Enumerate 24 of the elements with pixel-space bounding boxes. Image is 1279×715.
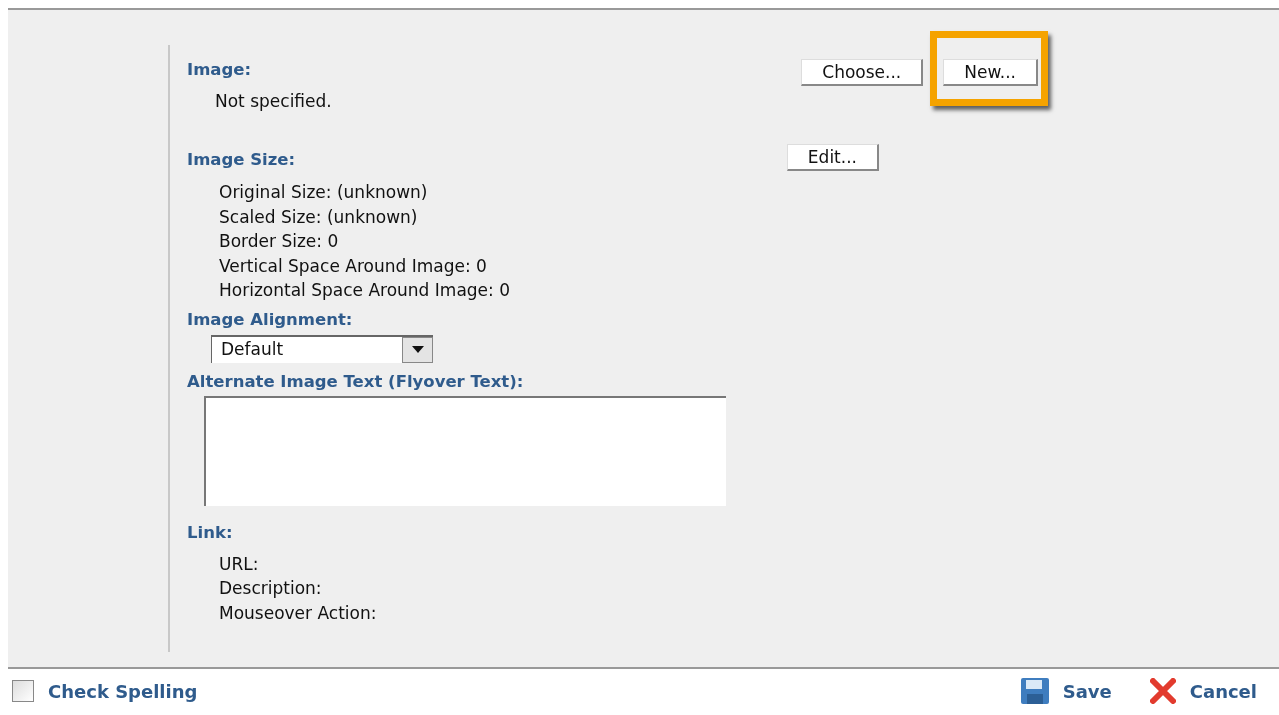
size-info: Border Size: 0 bbox=[219, 230, 340, 253]
dialog-button[interactable]: New... bbox=[943, 59, 1038, 86]
dialog-button[interactable]: Choose... bbox=[801, 59, 924, 86]
size-info: Horizontal Space Around Image: 0 bbox=[219, 279, 510, 302]
close-icon bbox=[1149, 678, 1176, 704]
image-value: Not specified. bbox=[215, 90, 332, 113]
alt-text-field[interactable] bbox=[204, 395, 726, 506]
check-spelling-checkbox[interactable] bbox=[12, 680, 34, 702]
size-info: Original Size: (unknown) bbox=[219, 181, 429, 204]
size-info: Vertical Space Around Image: 0 bbox=[219, 254, 488, 278]
link-info: Description: bbox=[219, 577, 323, 600]
section-heading: Link: bbox=[187, 521, 234, 544]
section-heading: Alternate Image Text (Flyover Text): bbox=[187, 370, 525, 393]
section-heading: Image Size: bbox=[187, 149, 297, 171]
save-button[interactable]: Save bbox=[1020, 677, 1112, 705]
link-info: Mouseover Action: bbox=[219, 601, 378, 625]
cancel-button[interactable]: Cancel bbox=[1149, 677, 1257, 705]
link-info: URL: bbox=[219, 552, 260, 576]
section-heading: Image: bbox=[187, 59, 253, 81]
dialog-button[interactable]: Edit... bbox=[786, 144, 879, 171]
check-spelling-label[interactable]: Check Spelling bbox=[48, 677, 198, 705]
size-info: Scaled Size: (unknown) bbox=[219, 205, 419, 229]
alignment-select[interactable]: Default bbox=[211, 334, 433, 363]
section-heading: Image Alignment: bbox=[187, 308, 354, 331]
